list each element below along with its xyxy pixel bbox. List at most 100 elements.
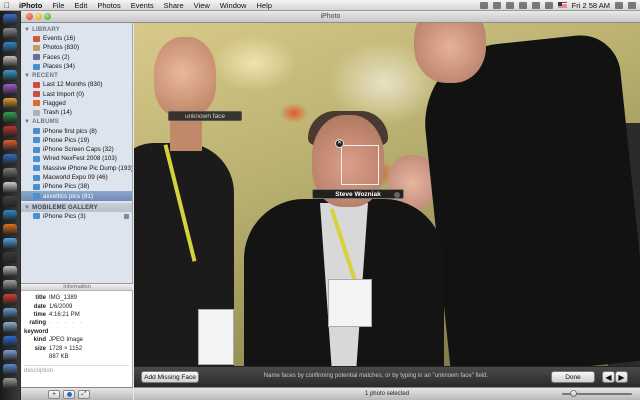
dock-app-icon[interactable]: [3, 140, 17, 151]
menu-edit[interactable]: Edit: [69, 1, 92, 10]
menu-file[interactable]: File: [47, 1, 69, 10]
menu-view[interactable]: View: [189, 1, 215, 10]
dock-app-icon[interactable]: [3, 168, 17, 179]
unknown-face-field[interactable]: unknown face: [168, 111, 242, 121]
menu-window[interactable]: Window: [215, 1, 252, 10]
next-photo-button[interactable]: ▶: [615, 371, 628, 383]
dock-app-icon[interactable]: [3, 98, 17, 109]
dock-app-icon[interactable]: [3, 294, 17, 305]
flag-us-icon[interactable]: [557, 2, 567, 8]
dock-app-icon[interactable]: [3, 238, 17, 249]
title-bar[interactable]: iPhoto: [21, 11, 640, 23]
albums-item-3[interactable]: Wired NexFest 2008 (103): [21, 154, 132, 163]
add-album-button[interactable]: +: [48, 389, 60, 399]
photo-viewer[interactable]: unknown face ✕ Steve Wozniak: [134, 23, 640, 366]
dock-app-icon[interactable]: [3, 196, 17, 207]
dock-app-icon[interactable]: [3, 28, 17, 39]
timemachine-icon[interactable]: [505, 1, 514, 9]
dock-app-icon[interactable]: [3, 252, 17, 263]
library-header[interactable]: ▼ LIBRARY: [21, 25, 132, 34]
library-item-icon: [33, 35, 40, 42]
library-item-1[interactable]: Photos (830): [21, 43, 132, 52]
dock-app-icon[interactable]: [3, 126, 17, 137]
zoom-slider-knob[interactable]: [570, 390, 577, 397]
menu-clock[interactable]: Fri 2 58 AM: [572, 1, 610, 10]
menu-events[interactable]: Events: [126, 1, 159, 10]
albums-item-1[interactable]: iPhone Pics (19): [21, 136, 132, 145]
info-panel: title IMG_1389 date 1/6/2009 time 4:16:21 P…: [21, 291, 133, 387]
dock-app-icon[interactable]: [3, 182, 17, 193]
info-time-value[interactable]: 4:16:21 PM: [49, 312, 80, 318]
bluetooth-icon[interactable]: [479, 1, 488, 9]
recent-item-2[interactable]: Flagged: [21, 99, 132, 108]
menu-share[interactable]: Share: [159, 1, 189, 10]
info-button[interactable]: [63, 389, 75, 399]
face-detection-box[interactable]: [341, 145, 379, 185]
zoom-slider[interactable]: [562, 390, 632, 397]
info-title-value[interactable]: IMG_1389: [49, 295, 77, 301]
remove-face-icon[interactable]: ✕: [335, 139, 344, 148]
named-face-field[interactable]: Steve Wozniak: [312, 189, 404, 199]
wifi-icon[interactable]: [531, 1, 540, 9]
mobileme-item-label: iPhone Pics (3): [43, 212, 86, 220]
recent-item-3[interactable]: Trash (14): [21, 108, 132, 117]
albums-item-6[interactable]: iPhone Pics (38): [21, 182, 132, 191]
dock-app-icon[interactable]: [3, 84, 17, 95]
dock-app-icon[interactable]: [3, 336, 17, 347]
dock-app-icon[interactable]: [3, 308, 17, 319]
volume-icon[interactable]: [518, 1, 527, 9]
user-icon[interactable]: [615, 1, 623, 9]
dock-app-icon[interactable]: [3, 42, 17, 53]
menu-help[interactable]: Help: [251, 1, 276, 10]
dock-app-icon[interactable]: [3, 378, 17, 389]
albums-item-2[interactable]: iPhone Screen Caps (32): [21, 145, 132, 154]
dock-app-icon[interactable]: [3, 14, 17, 25]
dock-app-icon[interactable]: [3, 56, 17, 67]
battery-icon[interactable]: [544, 1, 553, 9]
faces-toolbar: Add Missing Face Name faces by confirmin…: [134, 366, 640, 387]
spotlight-icon[interactable]: [628, 1, 636, 9]
fullscreen-button[interactable]: ⤢: [78, 389, 90, 399]
recent-item-1[interactable]: Last Import (0): [21, 89, 132, 98]
dock-app-icon[interactable]: [3, 70, 17, 81]
previous-photo-button[interactable]: ◀: [602, 371, 615, 383]
library-list: Events (16) Photos (830) Faces (2) Places (…: [21, 34, 132, 71]
mobileme-item-0[interactable]: iPhone Pics (3): [21, 212, 132, 221]
publish-icon: [124, 213, 129, 219]
info-date-value[interactable]: 1/6/2009: [49, 304, 72, 310]
clear-name-icon[interactable]: [394, 192, 400, 198]
add-missing-face-button[interactable]: Add Missing Face: [141, 371, 199, 383]
mobileme-header[interactable]: ▼ MOBILEME GALLERY: [21, 202, 132, 212]
dock-app-icon[interactable]: [3, 350, 17, 361]
dock-app-icon[interactable]: [3, 154, 17, 165]
done-button[interactable]: Done: [551, 371, 595, 383]
description-field[interactable]: description: [24, 365, 129, 374]
info-filesize-value: 887 KB: [49, 353, 69, 360]
dock-app-icon[interactable]: [3, 112, 17, 123]
albums-header[interactable]: ▼ ALBUMS: [21, 117, 132, 126]
dock-app-icon[interactable]: [3, 364, 17, 375]
menu-photos[interactable]: Photos: [92, 1, 125, 10]
library-item-3[interactable]: Places (34): [21, 62, 132, 71]
albums-item-4[interactable]: Massive iPhone Pic Dump (193): [21, 164, 132, 173]
recent-header[interactable]: ▼ RECENT: [21, 71, 132, 80]
recent-item-0[interactable]: Last 12 Months (830): [21, 80, 132, 89]
recent-list: Last 12 Months (830) Last Import (0) Flagg…: [21, 80, 132, 117]
apple-menu-icon[interactable]: : [0, 1, 14, 10]
dock-app-icon[interactable]: [3, 210, 17, 221]
library-item-0[interactable]: Events (16): [21, 34, 132, 43]
sync-icon[interactable]: [492, 1, 501, 9]
dock-app-icon[interactable]: [3, 224, 17, 235]
info-rating-value[interactable]: · · · · ·: [49, 320, 84, 326]
albums-item-5[interactable]: Macworld Expo 09 (46): [21, 173, 132, 182]
dock-app-icon[interactable]: [3, 322, 17, 333]
faces-hint-text: Name faces by confirming potential match…: [263, 373, 489, 379]
info-keyword-label[interactable]: keyword: [21, 329, 51, 335]
dock-app-icon[interactable]: [3, 280, 17, 291]
menu-iphoto[interactable]: iPhoto: [14, 1, 47, 10]
library-item-2[interactable]: Faces (2): [21, 53, 132, 62]
albums-item-0[interactable]: iPhone first pics (8): [21, 126, 132, 135]
albums-item-7[interactable]: axxeltics pics (81): [21, 191, 132, 201]
dock-app-icon[interactable]: [3, 266, 17, 277]
info-panel-header[interactable]: Information: [21, 283, 133, 291]
